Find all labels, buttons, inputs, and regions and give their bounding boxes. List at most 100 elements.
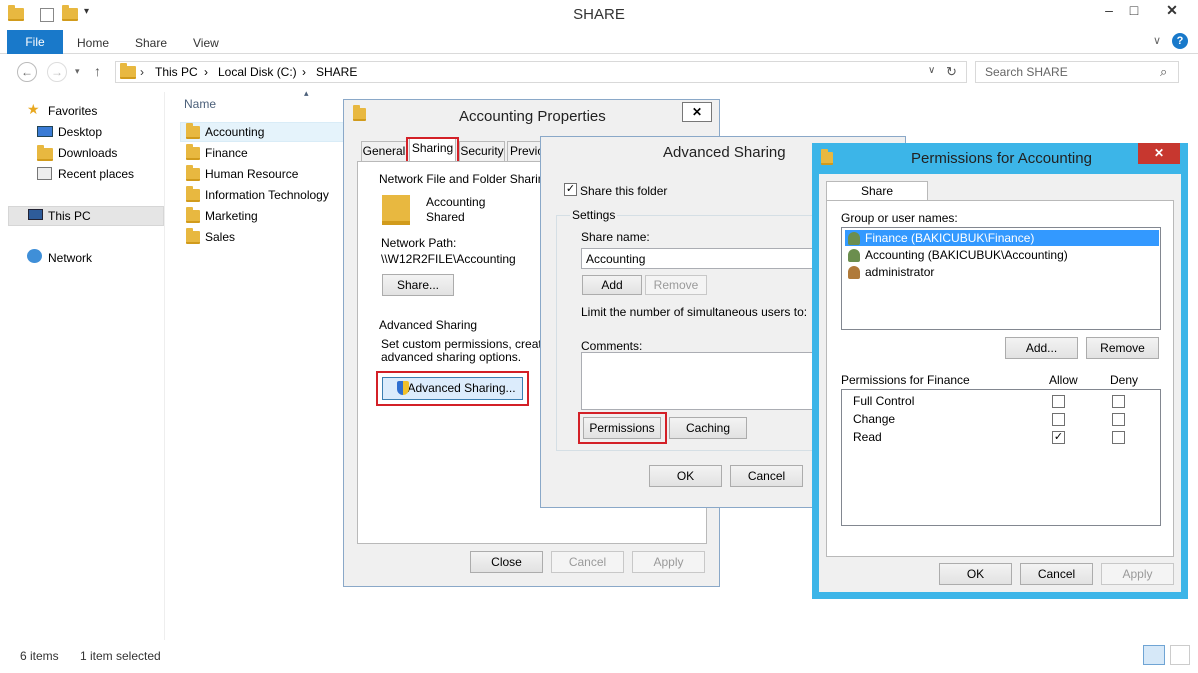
chevron-right-icon[interactable]: › bbox=[204, 65, 208, 79]
permission-name: Change bbox=[853, 412, 896, 426]
nav-recent-places[interactable]: Recent places bbox=[58, 167, 134, 181]
close-icon[interactable]: ✕ bbox=[1138, 143, 1180, 164]
cancel-button[interactable]: Cancel bbox=[551, 551, 624, 573]
caching-button[interactable]: Caching bbox=[669, 417, 747, 439]
folder-icon bbox=[186, 186, 200, 202]
tab-general[interactable]: General bbox=[361, 141, 407, 161]
add-button[interactable]: Add bbox=[582, 275, 642, 295]
permissions-button[interactable]: Permissions bbox=[583, 417, 661, 439]
deny-header: Deny bbox=[1110, 373, 1139, 387]
advanced-sharing-desc-2: advanced sharing options. bbox=[381, 350, 522, 364]
close-button[interactable]: Close bbox=[470, 551, 543, 573]
comments-input[interactable] bbox=[581, 352, 821, 410]
permission-name: Full Control bbox=[853, 394, 915, 408]
expand-ribbon-icon[interactable]: ∨ bbox=[1153, 34, 1161, 47]
network-icon bbox=[27, 249, 42, 263]
group-icon bbox=[848, 249, 860, 262]
remove-button[interactable]: Remove bbox=[645, 275, 707, 295]
recent-locations-icon[interactable]: ▾ bbox=[75, 66, 80, 77]
search-input[interactable]: Search SHARE ⌕ bbox=[975, 61, 1179, 83]
nav-desktop[interactable]: Desktop bbox=[58, 125, 102, 139]
cancel-button[interactable]: Cancel bbox=[730, 465, 803, 487]
share-button[interactable]: Share... bbox=[382, 274, 454, 296]
file-item[interactable]: Information Technology bbox=[205, 188, 329, 202]
nav-favorites[interactable]: Favorites bbox=[48, 104, 97, 118]
file-item[interactable]: Marketing bbox=[205, 209, 258, 223]
deny-checkbox[interactable] bbox=[1112, 395, 1125, 408]
allow-checkbox[interactable]: ✓ bbox=[1052, 431, 1065, 444]
sort-up-icon: ▴ bbox=[304, 88, 309, 98]
add-user-button[interactable]: Add... bbox=[1005, 337, 1078, 359]
help-icon[interactable]: ? bbox=[1172, 33, 1188, 49]
breadcrumb-thispc[interactable]: This PC bbox=[155, 65, 198, 79]
breadcrumb-share[interactable]: SHARE bbox=[316, 65, 357, 79]
apply-button[interactable]: Apply bbox=[1101, 563, 1174, 585]
ok-button[interactable]: OK bbox=[649, 465, 722, 487]
downloads-icon bbox=[37, 145, 53, 161]
permissions-for-label: Permissions for Finance bbox=[841, 373, 970, 387]
nav-thispc[interactable]: This PC bbox=[48, 209, 91, 223]
tab-security[interactable]: Security bbox=[459, 141, 505, 161]
comments-label: Comments: bbox=[581, 339, 643, 353]
folder-icon bbox=[120, 63, 136, 79]
search-icon[interactable]: ⌕ bbox=[1160, 64, 1167, 80]
chevron-down-icon[interactable]: ∨ bbox=[928, 65, 935, 76]
network-path: \\W12R2FILE\Accounting bbox=[381, 252, 516, 266]
chevron-right-icon[interactable]: › bbox=[302, 65, 306, 79]
user-item[interactable]: Accounting (BAKICUBUK\Accounting) bbox=[865, 248, 1068, 262]
advanced-sharing-button[interactable]: Advanced Sharing... bbox=[382, 377, 523, 400]
nav-downloads[interactable]: Downloads bbox=[58, 146, 117, 160]
allow-checkbox[interactable] bbox=[1052, 413, 1065, 426]
column-header-name[interactable]: Name bbox=[184, 97, 216, 111]
deny-checkbox[interactable] bbox=[1112, 431, 1125, 444]
ok-button[interactable]: OK bbox=[939, 563, 1012, 585]
forward-icon[interactable]: → bbox=[47, 62, 67, 82]
details-view-icon[interactable] bbox=[1143, 645, 1165, 665]
tab-file[interactable]: File bbox=[7, 30, 63, 54]
address-bar[interactable]: › This PC › Local Disk (C:) › SHARE ∨ ↻ bbox=[115, 61, 967, 83]
nffs-label: Network File and Folder Sharing bbox=[379, 172, 552, 186]
advanced-sharing-label: Advanced Sharing bbox=[379, 318, 478, 332]
share-name-label: Share name: bbox=[581, 230, 650, 244]
tab-home[interactable]: Home bbox=[77, 36, 109, 50]
maximize-icon[interactable]: □ bbox=[1120, 0, 1148, 20]
nav-network[interactable]: Network bbox=[48, 251, 92, 265]
deny-checkbox[interactable] bbox=[1112, 413, 1125, 426]
limit-users-label: Limit the number of simultaneous users t… bbox=[581, 305, 808, 319]
computer-icon bbox=[28, 209, 43, 220]
refresh-icon[interactable]: ↻ bbox=[946, 64, 957, 80]
folder-icon bbox=[353, 105, 366, 121]
file-item[interactable]: Sales bbox=[205, 230, 235, 244]
permission-name: Read bbox=[853, 430, 882, 444]
user-item[interactable]: administrator bbox=[865, 265, 934, 279]
tab-share-permissions[interactable]: Share Permissions bbox=[826, 181, 928, 216]
status-item-count: 6 items bbox=[20, 649, 59, 663]
apply-button[interactable]: Apply bbox=[632, 551, 705, 573]
tab-view[interactable]: View bbox=[193, 36, 219, 50]
folder-state: Shared bbox=[426, 210, 465, 224]
up-icon[interactable]: ↑ bbox=[94, 63, 101, 79]
status-selected: 1 item selected bbox=[80, 649, 161, 663]
network-path-label: Network Path: bbox=[381, 236, 457, 250]
breadcrumb-localdisk[interactable]: Local Disk (C:) bbox=[218, 65, 297, 79]
file-item[interactable]: Finance bbox=[205, 146, 248, 160]
close-icon[interactable]: ✕ bbox=[1152, 0, 1192, 20]
chevron-right-icon[interactable]: › bbox=[140, 65, 144, 79]
cancel-button[interactable]: Cancel bbox=[1020, 563, 1093, 585]
close-icon[interactable]: ✕ bbox=[682, 102, 712, 122]
large-icons-view-icon[interactable] bbox=[1170, 645, 1190, 665]
share-folder-checkbox[interactable]: ✓ bbox=[564, 183, 577, 196]
allow-checkbox[interactable] bbox=[1052, 395, 1065, 408]
settings-label: Settings bbox=[570, 208, 618, 222]
window-title: SHARE bbox=[573, 6, 625, 23]
tab-share[interactable]: Share bbox=[135, 36, 167, 50]
user-item[interactable]: Finance (BAKICUBUK\Finance) bbox=[865, 231, 1034, 245]
remove-user-button[interactable]: Remove bbox=[1086, 337, 1159, 359]
file-item[interactable]: Human Resource bbox=[205, 167, 298, 181]
back-icon[interactable]: ← bbox=[17, 62, 37, 82]
highlight-sharing-tab bbox=[406, 137, 459, 163]
share-name-input[interactable]: Accounting bbox=[581, 248, 821, 269]
folder-icon bbox=[186, 123, 200, 139]
file-item[interactable]: Accounting bbox=[205, 125, 264, 139]
ribbon bbox=[0, 30, 1198, 54]
